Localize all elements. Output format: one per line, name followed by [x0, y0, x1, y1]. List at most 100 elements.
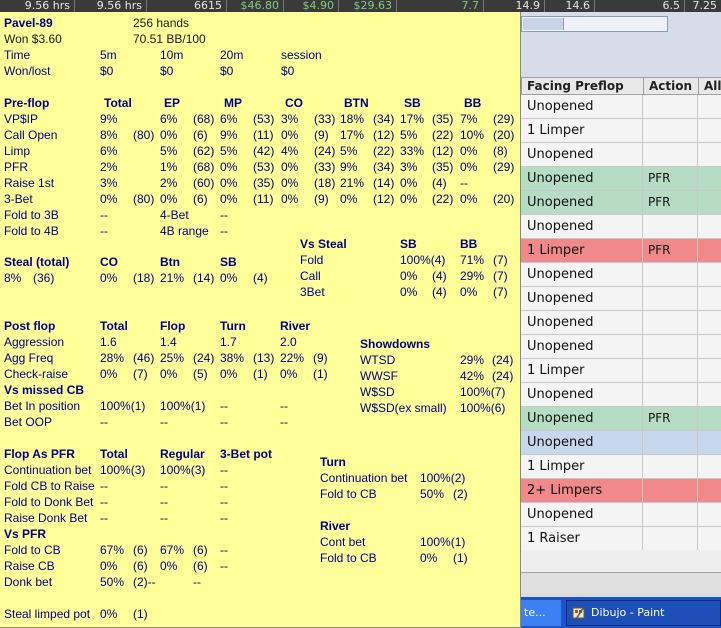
grid-row[interactable]: 2+ Limpers [521, 479, 721, 503]
postflop-cell: 22% [280, 351, 305, 365]
flop-as-pfr-cell: Continuation bet [4, 463, 92, 477]
preflop-stat-value: 0% [281, 160, 299, 174]
steal-total-title: Steal (total) [4, 255, 70, 269]
showdown-label: W$SD [360, 385, 395, 399]
river-count: (1) [453, 551, 468, 565]
preflop-stat-value: 5% [220, 144, 238, 158]
grid-row[interactable]: 1 Limper PFR [521, 239, 721, 263]
preflop-stat-value: 0% [220, 192, 238, 206]
steal-sb-header: SB [220, 255, 237, 269]
grid-row[interactable]: Unopened PFR [521, 167, 721, 191]
grid-row[interactable]: 1 Limper [521, 455, 721, 479]
grid-row[interactable]: Unopened [521, 143, 721, 167]
postflop-header: Flop [160, 319, 186, 333]
wonlost-10m: $0 [160, 64, 174, 78]
preflop-stat-value: (6) [193, 192, 208, 206]
flop-as-pfr-cell: 100%(3) [160, 463, 206, 477]
column-header-allin[interactable]: All- [698, 77, 721, 95]
scrollbar-thumb[interactable] [523, 18, 564, 30]
grid-row[interactable]: Unopened [521, 383, 721, 407]
bb-per-100: 70.51 BB/100 [133, 32, 206, 46]
preflop-stat-value: (9) [314, 128, 329, 142]
action-cell [643, 119, 698, 142]
horizontal-scrollbar[interactable] [521, 16, 668, 32]
action-cell [643, 335, 698, 358]
flop-as-pfr-cell: -- [220, 463, 228, 477]
wonlost-session: $0 [281, 64, 295, 78]
action-cell [643, 143, 698, 166]
action-cell [643, 503, 698, 526]
showdowns-title: Showdowns [360, 337, 430, 351]
vs-missed-cb-title: Vs missed CB [4, 383, 85, 397]
facing-cell: Unopened [521, 335, 643, 358]
taskbar-button[interactable]: te... [521, 600, 561, 626]
preflop-stat-value: (11) [253, 128, 274, 142]
preflop-stat-label: PFR [4, 160, 28, 174]
grid-row[interactable]: Unopened [521, 263, 721, 287]
grid-row[interactable]: Unopened PFR [521, 407, 721, 431]
grid-row[interactable]: 1 Raiser [521, 527, 721, 551]
postflop-cell: (1) [313, 367, 328, 381]
grid-row[interactable]: Unopened [521, 215, 721, 239]
vs-steal-cell: 3Bet [300, 285, 325, 299]
flop-as-pfr-cell: Fold CB to Raise [4, 479, 95, 493]
turn-title: Turn [320, 455, 346, 469]
fold-to-4b-label: Fold to 4B [4, 224, 59, 238]
preflop-stat-value: 9% [220, 128, 238, 142]
steal-limped-label: Steal limped pot [4, 607, 91, 621]
grid-row[interactable]: Unopened [521, 503, 721, 527]
flop-as-pfr-cell: -- [220, 479, 228, 493]
showdown-label: WTSD [360, 353, 396, 367]
grid-row[interactable]: Unopened [521, 311, 721, 335]
won-amount: Won $3.60 [4, 32, 62, 46]
postflop-cell: Aggression [4, 335, 65, 349]
turn-label: Fold to CB [320, 487, 377, 501]
preflop-stat-value: (53) [253, 160, 275, 174]
player-stats-popup: Pavel-89 256 hands Won $3.60 70.51 BB/10… [0, 12, 521, 628]
top-cell: 7.25 [692, 0, 718, 12]
flop-as-pfr-header: Regular [160, 447, 205, 461]
column-header-action[interactable]: Action [643, 77, 699, 95]
turn-value: 100%(2) [420, 471, 466, 485]
action-cell: PFR [643, 191, 698, 214]
grid-row[interactable]: Unopened [521, 95, 721, 119]
vs-steal-cell: Fold [300, 253, 324, 267]
vs-pfr-cell: (2)-- [133, 575, 156, 589]
top-cell: $29.63 [339, 0, 397, 12]
preflop-stat-value: 6% [220, 112, 238, 126]
top-cell: 9.56 hrs [75, 0, 147, 12]
grid-row[interactable]: Unopened [521, 287, 721, 311]
postflop-cell: 25% [160, 351, 185, 365]
preflop-stat-value: 5% [340, 144, 358, 158]
fold-to-3b-value: -- [100, 208, 108, 222]
grid-empty-area [521, 550, 721, 572]
action-cell [643, 383, 698, 406]
facing-cell: Unopened [521, 311, 643, 334]
preflop-stat-value: 0% [220, 160, 238, 174]
postflop-cell: 1.4 [160, 335, 177, 349]
preflop-stat-value: (20) [493, 128, 515, 142]
grid-row[interactable]: Unopened PFR [521, 191, 721, 215]
grid-row[interactable]: Unopened [521, 335, 721, 359]
grid-row[interactable]: 1 Limper [521, 359, 721, 383]
flop-as-pfr-cell: Fold to Donk Bet [4, 495, 94, 509]
vs-steal-cell: 71% [460, 253, 485, 267]
steal-btn-header: Btn [160, 255, 180, 269]
preflop-stat-value: 0% [400, 192, 418, 206]
grid-row[interactable]: Unopened [521, 431, 721, 455]
showdown-value: 29% [460, 353, 485, 367]
vs-steal-cell: (7) [493, 253, 508, 267]
flop-as-pfr-cell: -- [100, 495, 108, 509]
steal-value: (18) [133, 271, 155, 285]
top-cell: 7.7 [397, 0, 484, 12]
vs-pfr-cell: 0% [160, 559, 178, 573]
vs-pfr-title: Vs PFR [4, 527, 47, 541]
flop-as-pfr-cell: -- [100, 479, 108, 493]
preflop-stat-value: (33) [314, 112, 336, 126]
grid-row[interactable]: 1 Limper [521, 119, 721, 143]
taskbar-button-paint[interactable]: Dibujo - Paint [566, 600, 721, 626]
column-header-facing-preflop[interactable]: Facing Preflop [521, 77, 644, 95]
vs-pfr-cell: -- [220, 559, 228, 573]
four-bet-label: 4-Bet [160, 208, 189, 222]
preflop-stat-value: (6) [193, 128, 208, 142]
